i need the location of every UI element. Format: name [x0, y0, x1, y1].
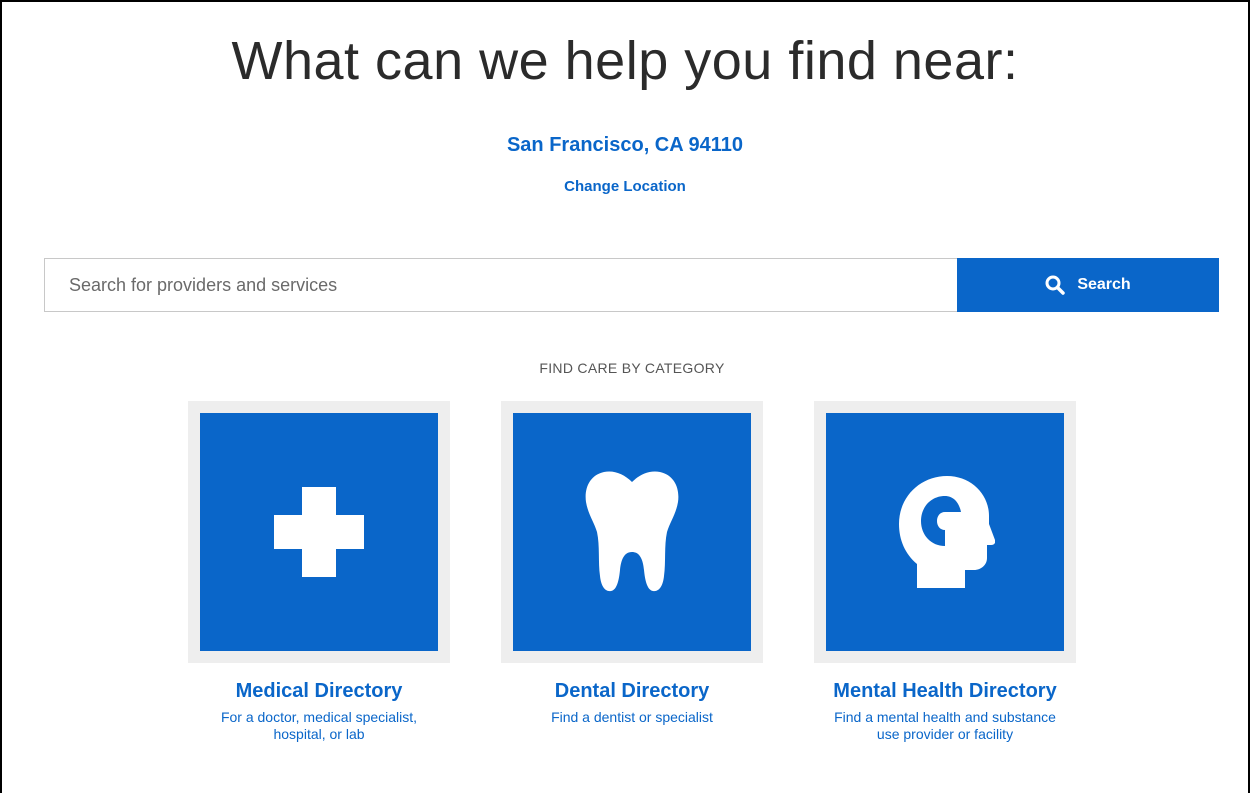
dental-directory-description: Find a dentist or specialist	[551, 709, 713, 725]
category-heading: FIND CARE BY CATEGORY	[539, 360, 725, 376]
mental-health-directory-title[interactable]: Mental Health Directory	[814, 680, 1076, 703]
page-title: What can we help you find near:	[231, 31, 1019, 91]
medical-directory-description: For a doctor, medical specialist, hospit…	[220, 709, 418, 742]
medical-directory-tile-inner	[200, 413, 438, 651]
head-profile-icon	[899, 476, 995, 588]
search-bar: Search	[44, 258, 1219, 312]
dental-directory-title[interactable]: Dental Directory	[501, 680, 763, 703]
mental-health-directory-description: Find a mental health and substance use p…	[834, 709, 1056, 742]
current-location: San Francisco, CA 94110	[506, 134, 744, 156]
tooth-icon	[585, 471, 679, 592]
search-button-label: Search	[1077, 276, 1131, 293]
dental-directory-card: Dental Directory Find a dentist or speci…	[501, 401, 763, 726]
dental-directory-tile[interactable]	[501, 401, 763, 663]
medical-directory-title[interactable]: Medical Directory	[188, 680, 450, 703]
search-input[interactable]	[44, 258, 957, 312]
medical-cross-icon	[274, 487, 364, 577]
change-location-link[interactable]: Change Location	[0, 178, 1250, 195]
search-button[interactable]: Search	[957, 258, 1219, 312]
mental-health-directory-tile[interactable]	[814, 401, 1076, 663]
medical-directory-card: Medical Directory For a doctor, medical …	[188, 401, 450, 743]
mental-health-directory-tile-inner	[826, 413, 1064, 651]
mental-health-directory-card: Mental Health Directory Find a mental he…	[814, 401, 1076, 743]
search-icon	[1045, 275, 1066, 295]
medical-directory-tile[interactable]	[188, 401, 450, 663]
dental-directory-tile-inner	[513, 413, 751, 651]
